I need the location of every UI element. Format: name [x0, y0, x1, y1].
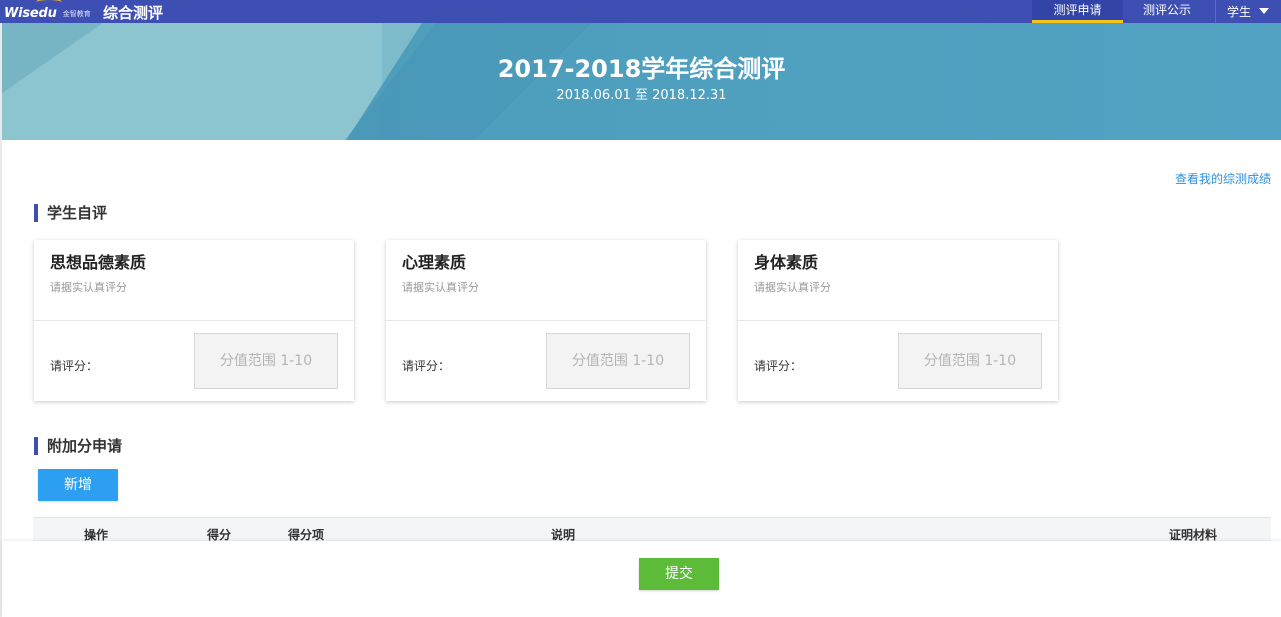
view-my-score-link[interactable]: 查看我的综测成绩 — [1175, 170, 1271, 187]
score-label: 请评分： — [754, 359, 803, 373]
score-card-physical: 身体素质 请据实认真评分 请评分： 分值范围 1-10 — [738, 240, 1058, 401]
tab-publicity[interactable]: 测评公示 — [1125, 0, 1209, 23]
score-label: 请评分： — [402, 359, 451, 373]
score-card-moral: 思想品德素质 请据实认真评分 请评分： 分值范围 1-10 — [34, 240, 354, 401]
score-input[interactable]: 分值范围 1-10 — [194, 333, 338, 389]
caret-down-icon[interactable] — [1259, 8, 1269, 14]
card-title: 心理素质 — [402, 253, 467, 272]
card-divider — [34, 320, 354, 321]
card-divider — [738, 320, 1058, 321]
role-select[interactable]: 学生 — [1227, 0, 1251, 23]
banner-date-range: 2018.06.01 至 2018.12.31 — [556, 88, 727, 103]
table-header: 操作 得分 得分项 说明 证明材料 — [33, 517, 1271, 542]
submit-button[interactable]: 提交 — [639, 558, 719, 590]
banner: 2017-2018学年综合测评 2018.06.01 至 2018.12.31 — [2, 23, 1281, 140]
section-title-self-eval: 学生自评 — [34, 204, 107, 222]
card-title: 身体素质 — [754, 253, 819, 272]
banner-title: 2017-2018学年综合测评 — [497, 55, 786, 83]
score-card-psychology: 心理素质 请据实认真评分 请评分： 分值范围 1-10 — [386, 240, 706, 401]
logo-text: Wisedu — [4, 6, 57, 21]
score-input[interactable]: 分值范围 1-10 — [898, 333, 1042, 389]
wisedu-logo: Wisedu 金智教育 — [4, 2, 91, 21]
card-title: 思想品德素质 — [50, 253, 147, 272]
card-description: 请据实认真评分 — [754, 281, 831, 294]
add-button[interactable]: 新增 — [38, 469, 118, 501]
section-title-extra-points: 附加分申请 — [34, 437, 122, 455]
logo-arc-icon — [36, 0, 62, 7]
tab-apply[interactable]: 测评申请 — [1032, 0, 1123, 23]
score-label: 请评分： — [50, 359, 99, 373]
top-bar: Wisedu 金智教育 综合测评 测评申请 测评公示 学生 — [0, 0, 1281, 23]
score-input[interactable]: 分值范围 1-10 — [546, 333, 690, 389]
logo-subtitle: 金智教育 — [62, 10, 91, 18]
nav-divider — [1215, 0, 1216, 23]
card-description: 请据实认真评分 — [50, 281, 127, 294]
app-title: 综合测评 — [103, 4, 164, 22]
card-divider — [386, 320, 706, 321]
card-description: 请据实认真评分 — [402, 281, 479, 294]
